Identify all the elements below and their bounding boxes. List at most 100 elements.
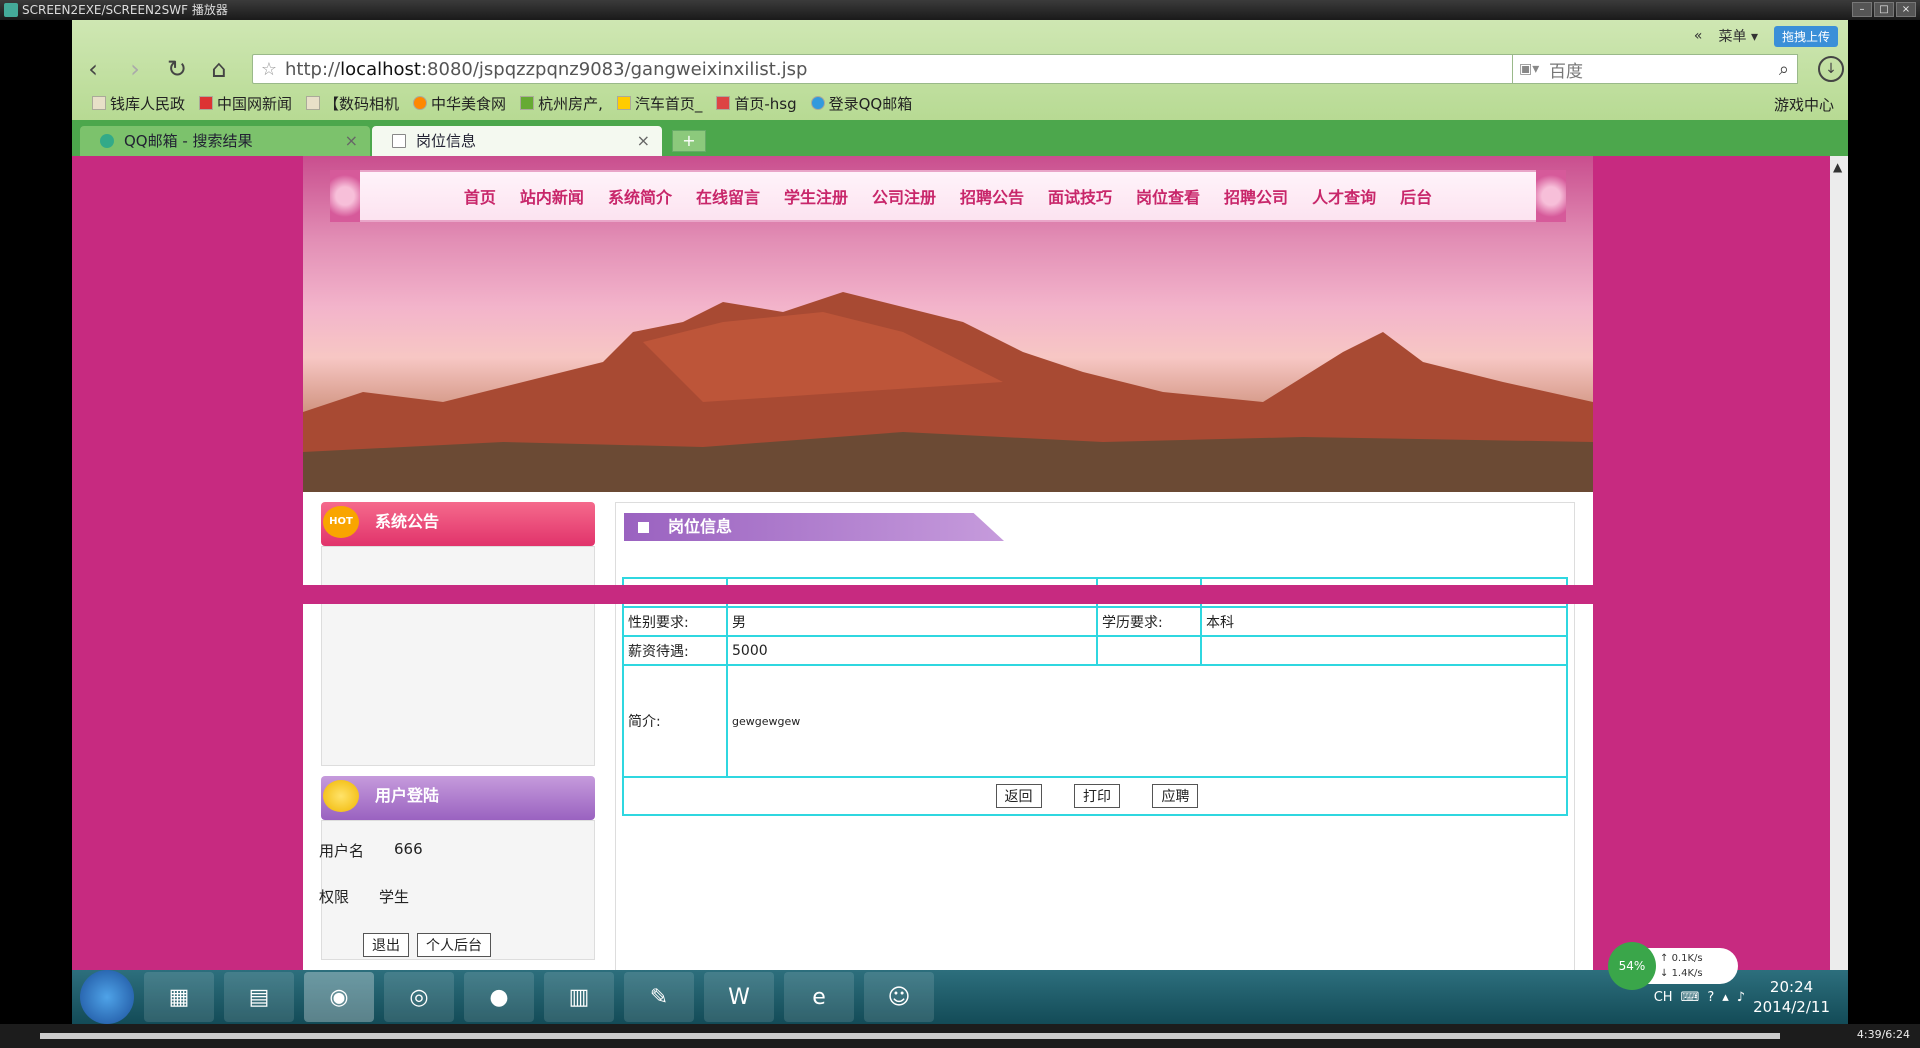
clock[interactable]: 20:24 2014/2/11 bbox=[1753, 977, 1830, 1017]
back-arrow-icon[interactable]: ‹ bbox=[72, 50, 114, 88]
url-text[interactable]: http://localhost:8080/jspqzzpqnz9083/gan… bbox=[285, 59, 1481, 80]
tab-qq-mail[interactable]: QQ邮箱 - 搜索结果 × bbox=[80, 126, 370, 156]
close-button[interactable]: × bbox=[1896, 2, 1916, 17]
page-scrollbar[interactable]: ▲ ▼ bbox=[1830, 156, 1848, 1012]
apply-button[interactable]: 应聘 bbox=[1152, 784, 1199, 808]
player-title-bar: SCREEN2EXE/SCREEN2SWF 播放器 – □ × bbox=[0, 0, 1920, 20]
qq-penguin-icon[interactable]: ☺ bbox=[864, 972, 934, 1022]
render-glitch-strip bbox=[72, 585, 1848, 604]
nav-message[interactable]: 在线留言 bbox=[696, 184, 760, 208]
browser-app-icon[interactable]: ◉ bbox=[304, 972, 374, 1022]
square-icon bbox=[638, 522, 649, 533]
nav-home[interactable]: 首页 bbox=[464, 184, 496, 208]
close-tab-icon[interactable]: × bbox=[345, 126, 358, 156]
keyboard-icon[interactable]: ⌨ bbox=[1681, 990, 1700, 1005]
new-tab-button[interactable]: + bbox=[672, 130, 706, 152]
ie-green-icon[interactable]: e bbox=[784, 972, 854, 1022]
colored-squares-app-icon[interactable]: ▦ bbox=[144, 972, 214, 1022]
refresh-icon[interactable]: ↻ bbox=[156, 50, 198, 88]
player-app-icon bbox=[4, 3, 18, 17]
navigation-row: ‹ › ↻ ⌂ ☆ http://localhost:8080/jspqzzpq… bbox=[72, 50, 1848, 88]
volume-icon[interactable]: ♪ bbox=[1737, 990, 1745, 1005]
archive-app-icon[interactable]: ▥ bbox=[544, 972, 614, 1022]
username-row: 用户名 666 bbox=[319, 840, 423, 861]
nav-interview-tips[interactable]: 面试技巧 bbox=[1048, 184, 1112, 208]
intro-value: gewgewgew bbox=[726, 664, 1568, 778]
personal-backend-button[interactable]: 个人后台 bbox=[417, 933, 491, 957]
web-page: 首页 站内新闻 系统简介 在线留言 学生注册 公司注册 招聘公告 面试技巧 岗位… bbox=[72, 156, 1848, 1012]
bookmark-item[interactable]: 杭州房产, bbox=[520, 93, 603, 114]
maximize-button[interactable]: □ bbox=[1874, 2, 1894, 17]
tray-expand-icon[interactable]: ▴ bbox=[1722, 990, 1729, 1005]
word-icon[interactable]: W bbox=[704, 972, 774, 1022]
education-label: 学历要求: bbox=[1096, 606, 1202, 637]
system-tray: 54% ↑ 0.1K/s ↓ 1.4K/s CH ⌨ ? ▴ ♪ 20:24 2… bbox=[1608, 942, 1830, 1024]
intro-label: 简介: bbox=[622, 664, 728, 778]
forward-arrow-icon[interactable]: › bbox=[114, 50, 156, 88]
upload-speed: ↑ 0.1K/s bbox=[1660, 953, 1703, 964]
download-icon[interactable]: ↓ bbox=[1818, 56, 1844, 82]
search-icon[interactable]: ⌕ bbox=[1779, 59, 1789, 80]
bookmark-item[interactable]: 登录QQ邮箱 bbox=[810, 93, 912, 114]
browser-tab-icon bbox=[100, 134, 114, 148]
nav-student-register[interactable]: 学生注册 bbox=[784, 184, 848, 208]
nav-about[interactable]: 系统简介 bbox=[608, 184, 672, 208]
home-icon[interactable]: ⌂ bbox=[198, 50, 240, 88]
search-box[interactable]: ▣▾ 百度 ⌕ bbox=[1512, 54, 1798, 84]
nav-recruit-notice[interactable]: 招聘公告 bbox=[960, 184, 1024, 208]
salary-label: 薪资待遇: bbox=[622, 635, 728, 666]
nav-ornament-right bbox=[1536, 170, 1566, 222]
scroll-up-icon[interactable]: ▲ bbox=[1833, 160, 1845, 174]
main-navigation: 首页 站内新闻 系统简介 在线留言 学生注册 公司注册 招聘公告 面试技巧 岗位… bbox=[330, 170, 1566, 222]
search-input[interactable]: 百度 bbox=[1549, 57, 1583, 82]
panel-title: 岗位信息 bbox=[668, 517, 733, 536]
bookmark-item[interactable]: 汽车首页_ bbox=[616, 93, 702, 114]
green-ball-app-icon[interactable]: ● bbox=[464, 972, 534, 1022]
login-actions: 退出 个人后台 bbox=[363, 933, 491, 957]
language-indicator[interactable]: CH bbox=[1654, 990, 1673, 1005]
tab-label: QQ邮箱 - 搜索结果 bbox=[124, 132, 253, 150]
bookmark-star-icon[interactable]: ☆ bbox=[253, 59, 285, 80]
panel-header: 岗位信息 bbox=[624, 513, 1004, 541]
browser-menu-row: « 菜单 ▾ 拖拽上传 bbox=[1694, 24, 1838, 48]
notice-header: HOT 系统公告 bbox=[321, 502, 595, 546]
seek-bar[interactable] bbox=[40, 1033, 1780, 1039]
address-bar[interactable]: ☆ http://localhost:8080/jspqzzpqnz9083/g… bbox=[252, 54, 1562, 84]
education-value: 本科 bbox=[1200, 606, 1568, 637]
print-button[interactable]: 打印 bbox=[1074, 784, 1120, 808]
username-value: 666 bbox=[394, 840, 423, 858]
logout-button[interactable]: 退出 bbox=[363, 933, 409, 957]
menu-button[interactable]: 菜单 ▾ bbox=[1719, 26, 1758, 46]
action-cell: 返回 打印 应聘 bbox=[622, 776, 1568, 816]
network-speed-widget[interactable]: 54% ↑ 0.1K/s ↓ 1.4K/s bbox=[1608, 942, 1738, 990]
eclipse-icon[interactable]: ◎ bbox=[384, 972, 454, 1022]
bookmark-item[interactable]: 【数码相机 bbox=[306, 93, 399, 114]
nav-company-register[interactable]: 公司注册 bbox=[872, 184, 936, 208]
search-engine-icon[interactable]: ▣▾ bbox=[1519, 61, 1549, 77]
help-icon[interactable]: ? bbox=[1707, 990, 1714, 1005]
tools-app-icon[interactable]: ✎ bbox=[624, 972, 694, 1022]
tab-label: 岗位信息 bbox=[416, 132, 477, 150]
upload-button[interactable]: 拖拽上传 bbox=[1773, 25, 1838, 47]
browser-toolbar: « 菜单 ▾ 拖拽上传 ‹ › ↻ ⌂ ☆ http://localhost:8… bbox=[72, 20, 1848, 120]
tab-job-info[interactable]: 岗位信息 × bbox=[372, 126, 662, 156]
bookmark-item[interactable]: 钱库人民政 bbox=[92, 93, 185, 114]
table-row: 性别要求: 男 学历要求: 本科 bbox=[622, 606, 1568, 637]
nav-job-view[interactable]: 岗位查看 bbox=[1136, 184, 1200, 208]
bookmark-item[interactable]: 中国网新闻 bbox=[199, 93, 292, 114]
collapse-icon[interactable]: « bbox=[1694, 28, 1703, 44]
back-button[interactable]: 返回 bbox=[995, 784, 1042, 808]
close-tab-icon[interactable]: × bbox=[637, 126, 650, 156]
nav-admin[interactable]: 后台 bbox=[1400, 184, 1432, 208]
start-button-icon[interactable] bbox=[80, 970, 134, 1024]
game-center-link[interactable]: 游戏中心 bbox=[1774, 94, 1834, 115]
bookmark-item[interactable]: 中华美食网 bbox=[413, 93, 506, 114]
nav-news[interactable]: 站内新闻 bbox=[520, 184, 584, 208]
file-explorer-icon[interactable]: ▤ bbox=[224, 972, 294, 1022]
job-detail-panel: 岗位信息 岗位名称: X岗位 招聘人数: 8 性别要求: 男 学历要求: 本科 bbox=[615, 502, 1575, 1012]
bookmark-item[interactable]: 首页-hsg bbox=[716, 93, 797, 114]
nav-talent-search[interactable]: 人才查询 bbox=[1312, 184, 1376, 208]
login-header: 用户登陆 bbox=[321, 776, 595, 820]
minimize-button[interactable]: – bbox=[1852, 2, 1872, 17]
nav-companies[interactable]: 招聘公司 bbox=[1224, 184, 1288, 208]
